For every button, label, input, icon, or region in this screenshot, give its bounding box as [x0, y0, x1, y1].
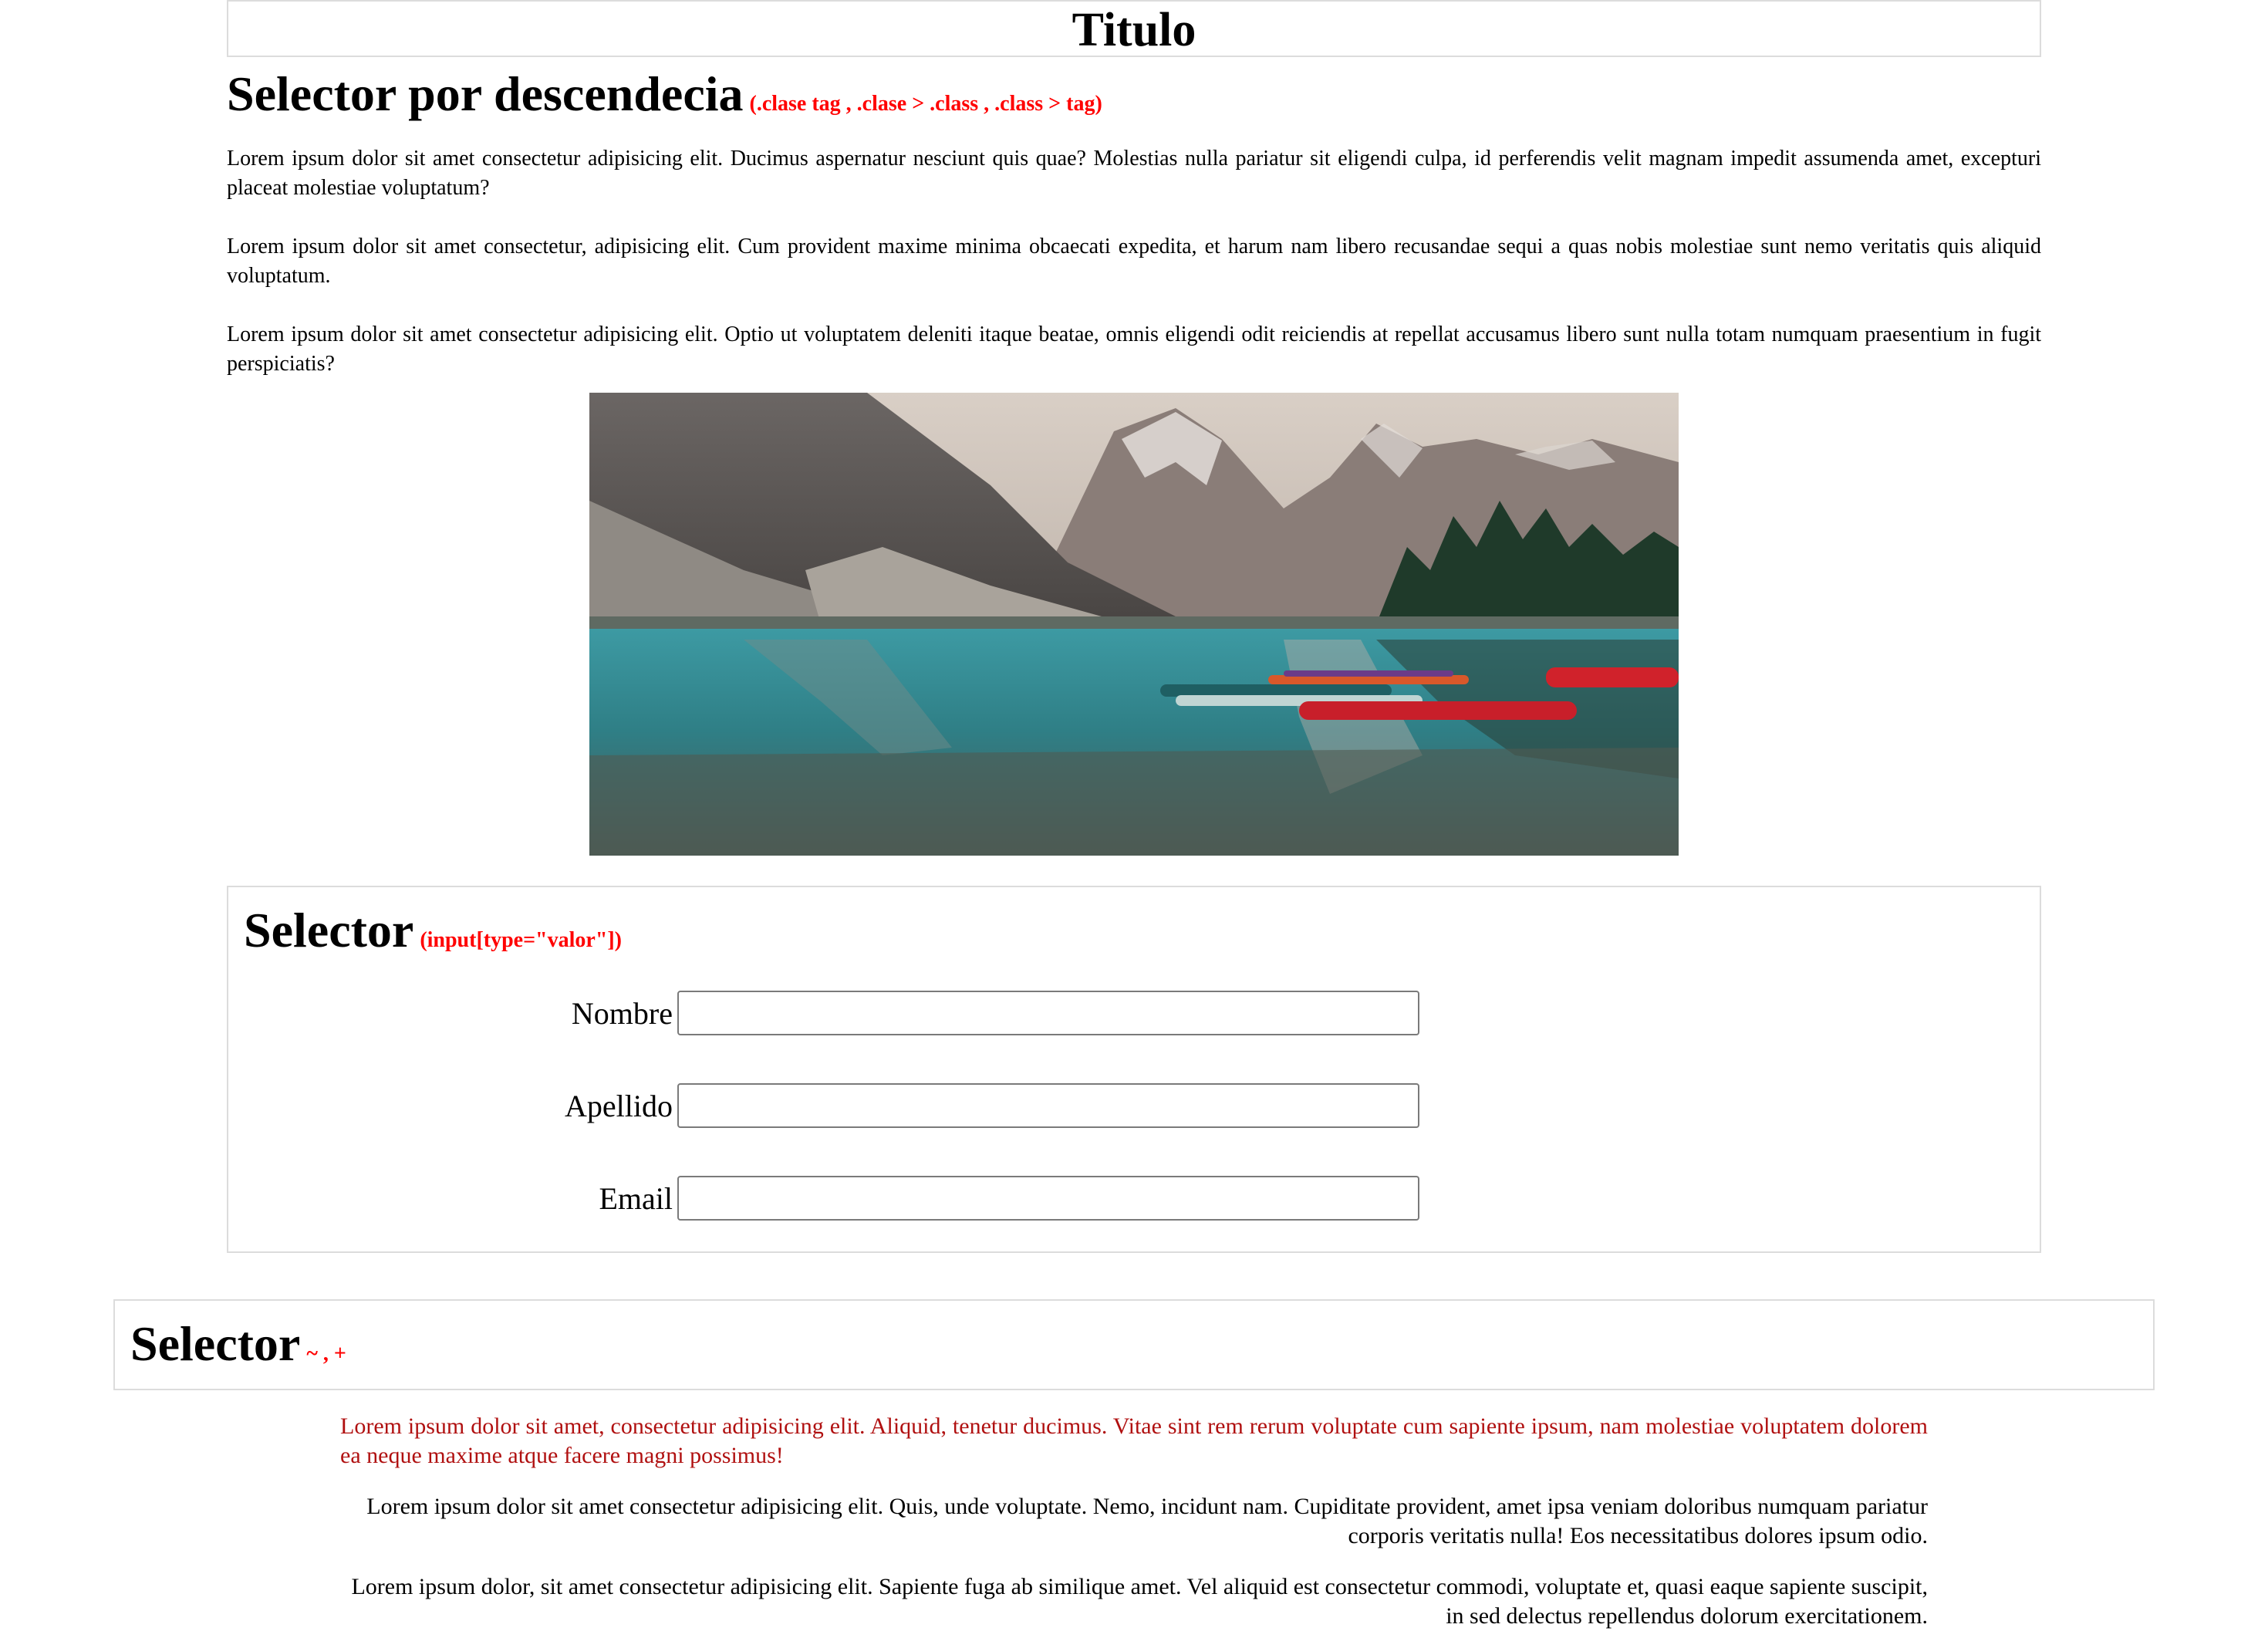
- landscape-image: [589, 393, 1679, 856]
- selector-note: ~ , +: [306, 1342, 346, 1366]
- title-box: Titulo: [227, 0, 2041, 57]
- nombre-label: Nombre: [571, 996, 673, 1031]
- nombre-input[interactable]: [677, 991, 1419, 1035]
- mountain-lake-picture: [589, 393, 1679, 856]
- section-heading: Selector ~ , +: [130, 1312, 346, 1386]
- paragraph: Lorem ipsum dolor sit amet consectetur a…: [366, 1494, 1928, 1548]
- form-row-apellido: Apellido: [228, 1083, 673, 1130]
- section-heading-text: Selector: [130, 1316, 301, 1371]
- section-heading-text: Selector por descendecia: [227, 66, 744, 121]
- form-row-email: Email: [228, 1176, 673, 1222]
- main-column: Titulo Selector por descendecia (.clase t…: [227, 0, 2041, 856]
- apellido-label: Apellido: [565, 1089, 673, 1123]
- sibling-paragraphs: Lorem ipsum dolor sit amet, consectetur …: [340, 1412, 1928, 1631]
- apellido-input[interactable]: [677, 1083, 1419, 1128]
- section-heading-text: Selector: [244, 903, 414, 957]
- form-section: Selector (input[type="valor"]) Nombre Ape…: [227, 886, 2041, 1253]
- section-descendant: Selector por descendecia (.clase tag , .c…: [227, 62, 2041, 379]
- section-heading: Selector por descendecia (.clase tag , .c…: [227, 62, 2041, 137]
- email-label: Email: [599, 1181, 673, 1216]
- paragraph: Lorem ipsum dolor, sit amet consectetur …: [351, 1574, 1928, 1629]
- form-row-nombre: Nombre: [228, 991, 673, 1037]
- highlighted-paragraph: Lorem ipsum dolor sit amet, consectetur …: [340, 1413, 1928, 1468]
- page-title: Titulo: [1072, 4, 1196, 56]
- paragraph: Lorem ipsum dolor sit amet consectetur a…: [227, 322, 2041, 376]
- section-heading: Selector (input[type="valor"]): [244, 898, 622, 973]
- sibling-selector-box: Selector ~ , +: [113, 1299, 2155, 1390]
- email-input[interactable]: [677, 1176, 1419, 1221]
- paragraph: Lorem ipsum dolor sit amet consectetur a…: [227, 147, 2041, 200]
- selector-note: (.clase tag , .clase > .class , .class >…: [749, 92, 1102, 116]
- selector-note: (input[type="valor"]): [420, 928, 623, 952]
- paragraph: Lorem ipsum dolor sit amet consectetur, …: [227, 235, 2041, 288]
